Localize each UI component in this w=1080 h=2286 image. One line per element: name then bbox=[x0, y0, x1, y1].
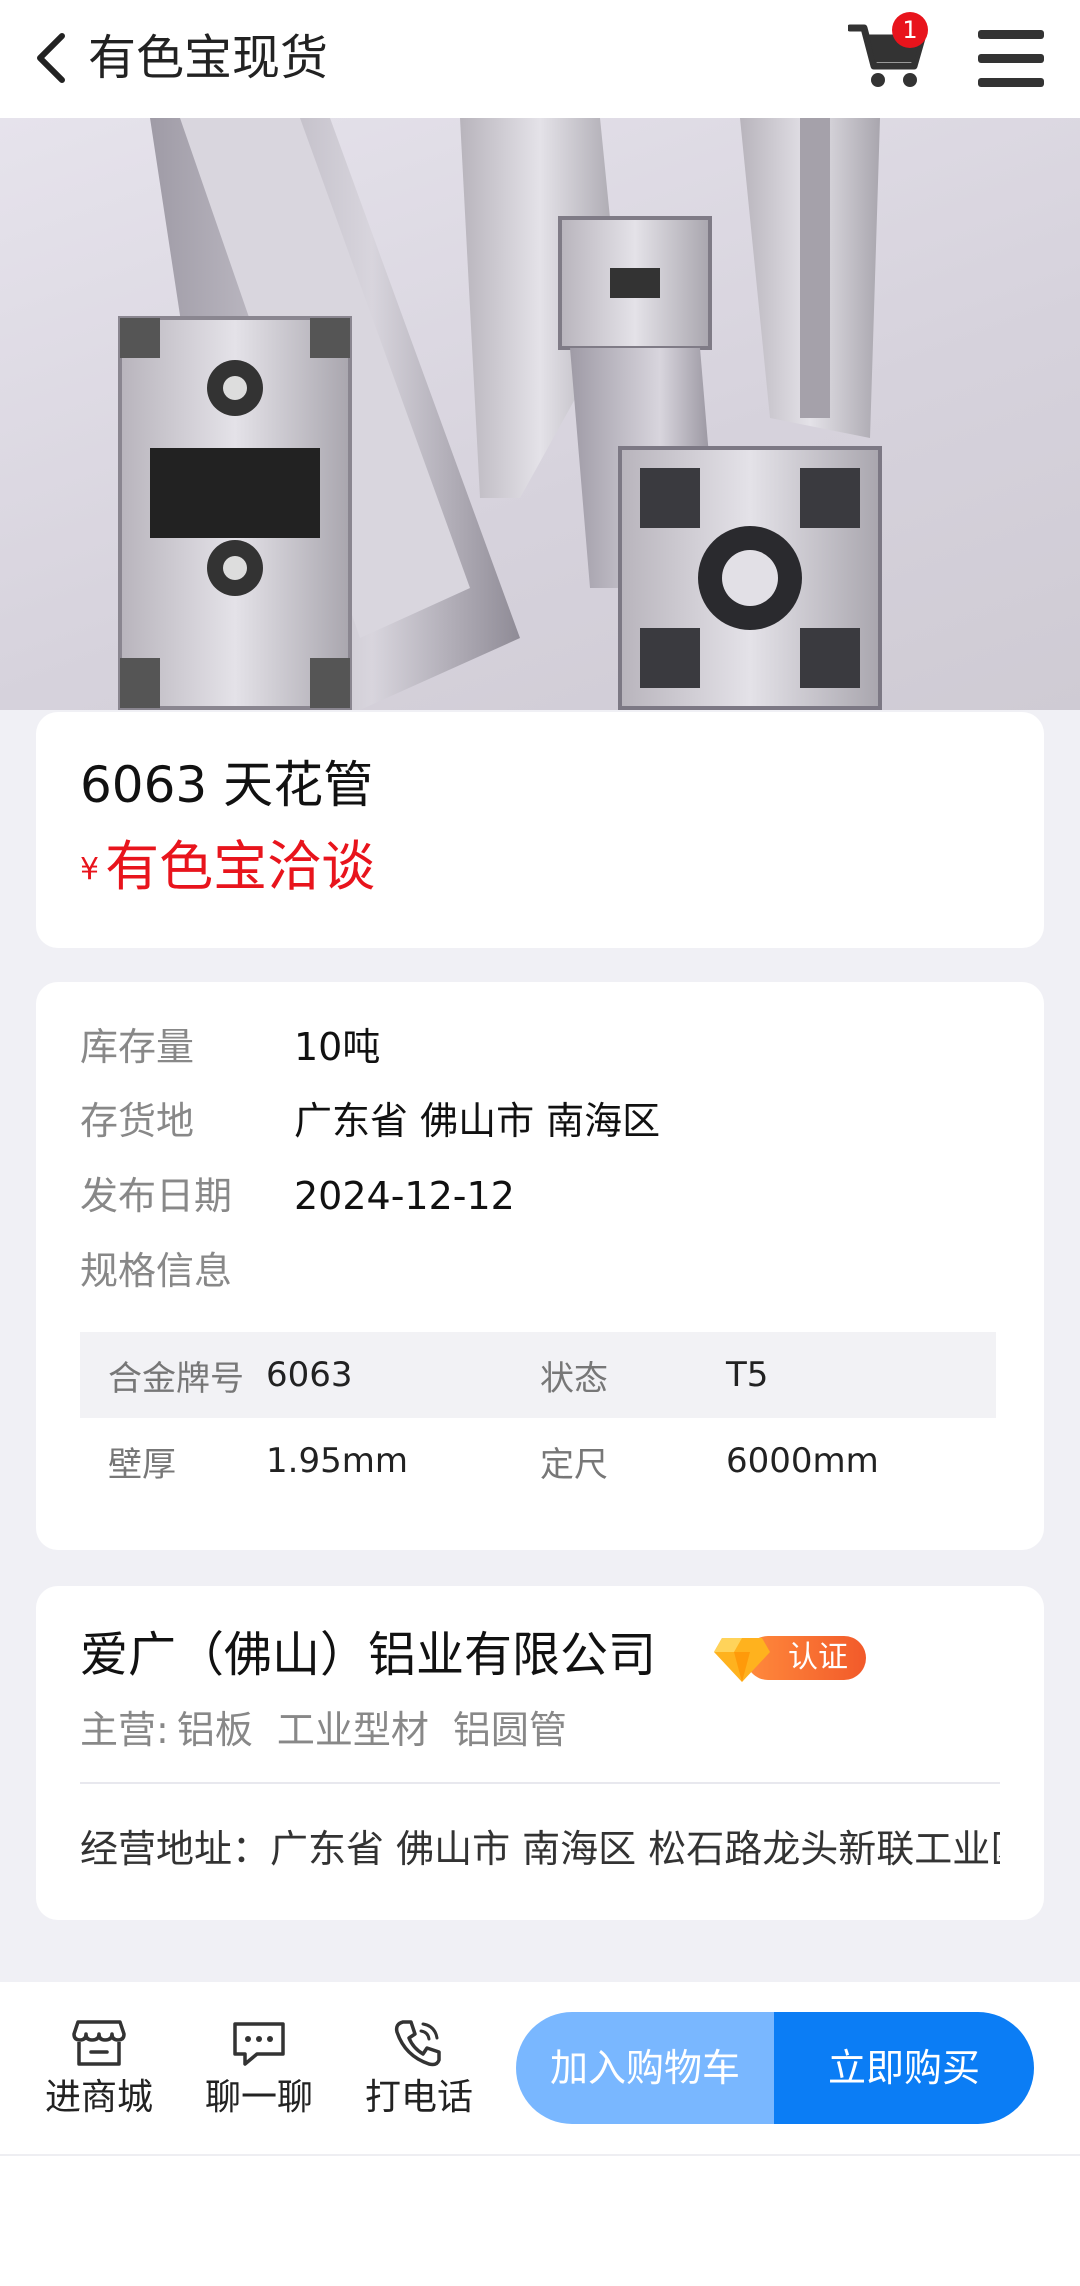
product-image[interactable] bbox=[0, 118, 1080, 710]
product-price: ¥ 有色宝洽谈 bbox=[80, 832, 375, 902]
spec-value: 1.95mm bbox=[266, 1441, 408, 1481]
spec-key: 状态 bbox=[540, 1358, 608, 1399]
buy-now-button[interactable]: 立即购买 bbox=[774, 2012, 1034, 2124]
product-title-card: 6063 天花管 ¥ 有色宝洽谈 bbox=[36, 712, 1044, 948]
call-button[interactable]: 打电话 bbox=[354, 2018, 484, 2122]
main-item: 工业型材 bbox=[276, 1708, 429, 1752]
main-item: 铝圆管 bbox=[452, 1708, 567, 1752]
page-title: 有色宝现货 bbox=[88, 30, 329, 86]
stock-value: 10吨 bbox=[294, 1025, 381, 1069]
product-name: 6063 天花管 bbox=[80, 756, 374, 814]
diamond-icon bbox=[714, 1638, 770, 1682]
spec-key: 定尺 bbox=[540, 1444, 608, 1485]
main-business: 主营: 铝板 工业型材 铝圆管 bbox=[80, 1704, 591, 1756]
date-row: 发布日期 2024-12-12 bbox=[80, 1171, 515, 1221]
spec-table-row: 合金牌号 6063 状态 T5 bbox=[80, 1332, 996, 1418]
divider bbox=[80, 1782, 1000, 1784]
date-value: 2024-12-12 bbox=[294, 1174, 515, 1218]
product-details-card: 库存量 10吨 存货地 广东省 佛山市 南海区 发布日期 2024-12-12 规格信… bbox=[36, 982, 1044, 1550]
spec-row: 规格信息 bbox=[80, 1246, 294, 1296]
location-label: 存货地 bbox=[80, 1099, 195, 1143]
add-to-cart-button[interactable]: 加入购物车 bbox=[516, 2012, 774, 2124]
main-item: 铝板 bbox=[176, 1708, 253, 1752]
spec-key: 合金牌号 bbox=[108, 1358, 244, 1399]
certified-badge: 认证 bbox=[712, 1632, 866, 1684]
spec-value: 6000mm bbox=[726, 1441, 879, 1481]
chat-button[interactable]: 聊一聊 bbox=[194, 2018, 324, 2122]
back-icon[interactable] bbox=[32, 30, 72, 86]
spec-value: 6063 bbox=[266, 1355, 353, 1395]
stock-label: 库存量 bbox=[80, 1025, 195, 1069]
spec-label: 规格信息 bbox=[80, 1249, 233, 1293]
spec-value: T5 bbox=[726, 1355, 769, 1395]
stock-row: 库存量 10吨 bbox=[80, 1022, 380, 1072]
store-button[interactable]: 进商城 bbox=[34, 2018, 164, 2122]
location-value: 广东省 佛山市 南海区 bbox=[294, 1099, 661, 1143]
phone-icon bbox=[394, 2020, 441, 2067]
top-bar: 有色宝现货 1 bbox=[0, 0, 1080, 118]
store-label: 进商城 bbox=[44, 2077, 153, 2118]
date-label: 发布日期 bbox=[80, 1174, 233, 1218]
company-address: 经营地址：广东省 佛山市 南海区 松石路龙头新联工业区 bbox=[80, 1827, 1000, 1871]
bottom-action-bar: 进商城 聊一聊 打电话 加入购物车 立即购买 bbox=[0, 1982, 1080, 2156]
price-value: 有色宝洽谈 bbox=[105, 835, 376, 898]
call-label: 打电话 bbox=[364, 2077, 473, 2118]
store-icon bbox=[72, 2020, 126, 2066]
purchase-buttons: 加入购物车 立即购买 bbox=[516, 2012, 1034, 2124]
company-name[interactable]: 爱广（佛山）铝业有限公司 bbox=[80, 1622, 656, 1688]
cart-count-badge: 1 bbox=[892, 12, 928, 48]
spec-table-row: 壁厚 1.95mm 定尺 6000mm bbox=[80, 1418, 996, 1504]
main-prefix: 主营: bbox=[80, 1708, 169, 1752]
currency-symbol: ¥ bbox=[80, 852, 100, 887]
location-row: 存货地 广东省 佛山市 南海区 bbox=[80, 1096, 660, 1146]
aluminum-profiles-image bbox=[118, 118, 882, 710]
company-card[interactable]: 爱广（佛山）铝业有限公司 认证 主营: 铝板 工业型材 铝圆管 经营地址：广东省 佛山… bbox=[36, 1586, 1044, 1920]
bottom-blank-area bbox=[0, 2156, 1080, 2286]
spec-key: 壁厚 bbox=[108, 1444, 176, 1485]
chat-icon bbox=[233, 2022, 285, 2066]
spec-table: 合金牌号 6063 状态 T5 壁厚 1.95mm 定尺 6000mm bbox=[80, 1332, 996, 1504]
chat-label: 聊一聊 bbox=[204, 2077, 313, 2118]
menu-icon[interactable] bbox=[978, 30, 1044, 87]
